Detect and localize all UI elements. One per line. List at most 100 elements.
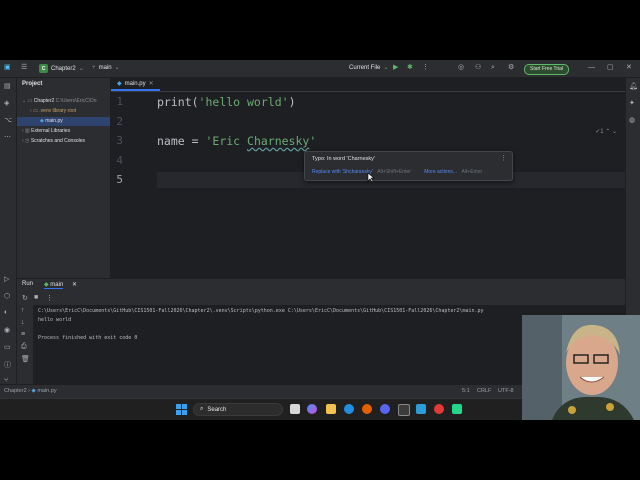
services-icon[interactable]: ◉	[4, 326, 10, 334]
replace-action-link[interactable]: Replace with 'Shcharansky'	[312, 169, 373, 175]
run-icon[interactable]: ▶	[393, 63, 398, 73]
commit-icon[interactable]: ◈	[4, 99, 9, 107]
minimize-icon[interactable]: —	[588, 63, 595, 73]
python-packages-icon[interactable]: ⬡	[4, 292, 10, 300]
code-editor[interactable]: 1 2 3 4 5 print('hello world') name = 'E…	[111, 92, 625, 286]
line-separator[interactable]: CRLF	[477, 388, 491, 394]
soft-wrap-icon[interactable]: ≡	[21, 331, 25, 338]
more-actions-icon[interactable]: ⋮	[422, 63, 429, 73]
trash-icon[interactable]: 🗑︎	[21, 355, 30, 363]
typo-word: Charnesky	[247, 134, 310, 148]
console-line: hello world	[38, 317, 72, 323]
print-icon[interactable]: ⎙	[21, 343, 27, 351]
tab-run-main[interactable]: ◆ main	[44, 281, 64, 289]
chevron-down-icon: ⌄	[114, 65, 120, 71]
database-icon[interactable]: ◍	[629, 116, 635, 124]
popup-menu-icon[interactable]: ⋮	[500, 154, 507, 162]
inspection-widget[interactable]: ✓1 ⌃ ⌄	[595, 128, 617, 135]
more-tools-icon[interactable]: ⋯	[4, 133, 11, 141]
rerun-icon[interactable]: ↻	[22, 294, 28, 302]
stop-icon[interactable]: ■	[34, 294, 38, 301]
close-tab-icon[interactable]: ✕	[72, 281, 77, 288]
terminal-icon[interactable]: ▭	[4, 343, 11, 351]
line-number: 2	[116, 115, 123, 128]
terminal-app-icon[interactable]	[398, 404, 410, 416]
more-options-icon[interactable]: ⋮	[46, 294, 53, 302]
maximize-icon[interactable]: ▢	[607, 63, 614, 73]
vscode-icon[interactable]	[416, 404, 426, 414]
title-bar: ▣ ☰ C Chapter2 ⌄ ⑂ main ⌄ Current File ⌄…	[0, 60, 640, 78]
file-explorer-icon[interactable]	[326, 404, 336, 414]
firefox-icon[interactable]	[362, 404, 372, 414]
code-line-1[interactable]: print('hello world')	[157, 95, 296, 109]
code-line-3[interactable]: name = 'Eric Charnesky'	[157, 134, 316, 148]
git-icon[interactable]: ⑂	[4, 377, 8, 384]
problems-icon[interactable]: ⓘ	[4, 360, 11, 370]
discord-icon[interactable]	[380, 404, 390, 414]
popup-actions: Replace with 'Shcharansky' Alt+Shift+Ent…	[312, 169, 482, 175]
console-line: Process finished with exit code 0	[38, 335, 138, 341]
chevron-down-icon: ⌄	[78, 66, 84, 72]
chevron-down-icon: ⌄	[383, 65, 389, 71]
tree-item-chapter2[interactable]: ⌄ ▭ Chapter2 C:\Users\EricC\Do	[22, 97, 97, 106]
close-icon[interactable]: ✕	[626, 63, 632, 73]
breadcrumb-project[interactable]: Chapter2	[4, 388, 27, 394]
run-panel-header: Run ◆ main ✕	[17, 278, 625, 291]
left-tool-stripe: ▤ ◈ ⌥ ⋯ ▷ ⬡ ◐ ◉ ▭ ⓘ ⑂	[0, 78, 17, 384]
windows-start-icon[interactable]	[176, 404, 187, 415]
structure-icon[interactable]: ⌥	[4, 116, 12, 124]
start-free-trial-button[interactable]: Start Free Trial	[524, 64, 570, 75]
presenter-video-image	[522, 315, 640, 420]
hamburger-menu-icon[interactable]: ☰	[21, 63, 27, 73]
chevron-down-icon: ⌄	[611, 129, 617, 135]
line-number: 4	[116, 154, 123, 167]
caret-position[interactable]: 5:1	[462, 388, 470, 394]
project-panel: Project ⌄ ▭ Chapter2 C:\Users\EricC\Do ›…	[17, 78, 111, 286]
editor-tab-bar: ◆ main.py ✕	[111, 78, 625, 92]
taskbar-search-box[interactable]: ⌕ Search	[193, 403, 283, 416]
tab-main-py[interactable]: ◆ main.py ✕	[111, 78, 160, 91]
add-user-icon[interactable]: ⚇	[475, 63, 481, 73]
scroll-up-icon[interactable]: ↑	[21, 307, 25, 314]
tree-item-external-libraries[interactable]: › ▥ External Libraries	[22, 127, 70, 136]
scroll-down-icon[interactable]: ↓	[21, 319, 25, 326]
run-panel-title[interactable]: Run	[22, 281, 33, 287]
run-config-label: Current File	[349, 64, 381, 71]
tree-item-main-py[interactable]: ◆ main.py	[17, 117, 110, 126]
console-line: C:\Users\EricC\Documents\GitHub\CIS1501-…	[38, 308, 484, 314]
debug-icon[interactable]: ✱	[407, 63, 413, 73]
tree-item-venv[interactable]: › ▭ .venv library root	[30, 107, 76, 116]
project-name: Chapter2	[51, 65, 76, 72]
notifications-icon[interactable]: 🔔︎	[629, 82, 638, 90]
more-actions-link[interactable]: More actions...	[424, 169, 457, 175]
task-view-icon[interactable]	[290, 404, 300, 414]
copilot-icon[interactable]	[307, 404, 317, 414]
project-tool-icon[interactable]: ▤	[4, 82, 11, 90]
code-with-me-icon[interactable]: ◎	[458, 63, 464, 73]
pycharm-icon[interactable]	[452, 404, 462, 414]
python-file-icon: ◆	[117, 81, 122, 87]
file-encoding[interactable]: UTF-8	[498, 388, 514, 394]
chrome-icon[interactable]	[434, 404, 444, 414]
breadcrumb[interactable]: Chapter2 › ◆ main.py	[4, 388, 57, 394]
popup-title: Typo: In word 'Charnesky'	[312, 156, 375, 162]
tree-item-scratches[interactable]: › ◷ Scratches and Consoles	[22, 137, 85, 146]
typo-quick-fix-popup: Typo: In word 'Charnesky' ⋮ Replace with…	[304, 151, 513, 181]
branch-switcher[interactable]: ⑂ main ⌄	[92, 64, 120, 72]
search-icon[interactable]: ⌕	[491, 63, 495, 73]
line-number: 3	[116, 134, 123, 147]
ai-assistant-icon[interactable]: ✦	[629, 99, 635, 107]
line-number: 1	[116, 95, 123, 108]
breadcrumb-file[interactable]: main.py	[37, 388, 56, 394]
project-switcher[interactable]: C Chapter2 ⌄	[39, 64, 84, 73]
gear-icon[interactable]: ⚙	[508, 63, 514, 73]
project-panel-header[interactable]: Project	[22, 81, 42, 87]
run-config-selector[interactable]: Current File ⌄	[349, 64, 389, 72]
python-console-icon[interactable]: ◐	[4, 309, 8, 316]
edge-browser-icon[interactable]	[344, 404, 354, 414]
run-tool-icon[interactable]: ▷	[4, 275, 9, 283]
inspection-count: ✓1	[595, 129, 604, 135]
webcam-overlay	[522, 315, 640, 420]
close-tab-icon[interactable]: ✕	[149, 80, 154, 87]
run-side-toolbar: ↑ ↓ ≡ ⎙ 🗑︎	[17, 305, 33, 384]
